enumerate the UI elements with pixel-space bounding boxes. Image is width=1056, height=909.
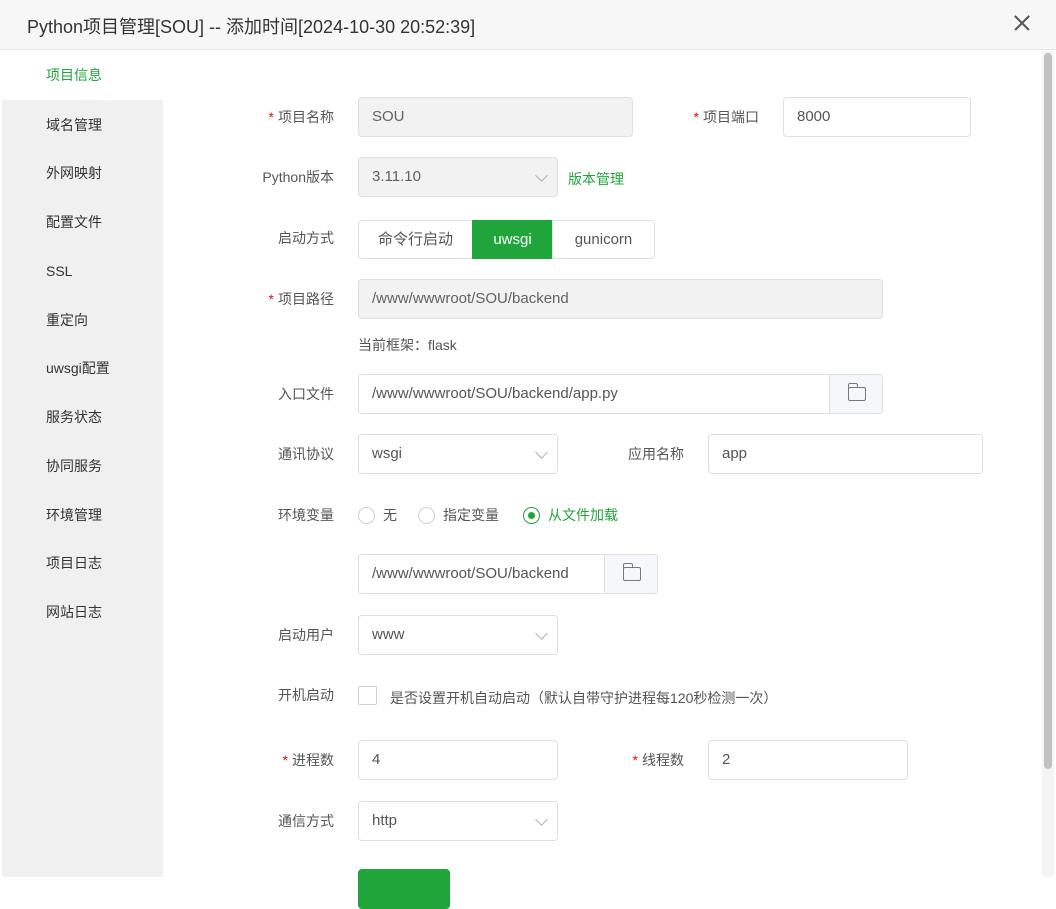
threads-input[interactable]: 2 <box>708 740 908 780</box>
chevron-down-icon <box>535 446 548 459</box>
sidebar-item-domain[interactable]: 域名管理 <box>2 101 163 150</box>
sidebar-item-service-status[interactable]: 服务状态 <box>2 393 163 442</box>
comm-mode-label: 通信方式 <box>278 813 334 829</box>
scrollbar-thumb[interactable] <box>1044 53 1052 769</box>
start-mode-uwsgi-button[interactable]: uwsgi <box>472 220 553 259</box>
folder-icon <box>847 383 866 401</box>
sidebar-item-config-file[interactable]: 配置文件 <box>2 198 163 247</box>
sidebar-item-env-manage[interactable]: 环境管理 <box>2 491 163 540</box>
python-version-select[interactable]: 3.11.10 <box>358 157 558 197</box>
dialog-titlebar: Python项目管理[SOU] -- 添加时间[2024-10-30 20:52… <box>0 0 1056 50</box>
python-project-dialog: Python项目管理[SOU] -- 添加时间[2024-10-30 20:52… <box>0 0 1056 909</box>
submit-button[interactable] <box>358 869 450 909</box>
sidebar-nav: 项目信息 域名管理 外网映射 配置文件 SSL 重定向 uwsgi配置 服务状态… <box>2 51 163 877</box>
env-from-file-label: 从文件加载 <box>548 507 618 523</box>
env-vars-label: 环境变量 <box>278 507 334 523</box>
protocol-select[interactable]: wsgi <box>358 434 558 474</box>
sidebar-item-site-log[interactable]: 网站日志 <box>2 588 163 637</box>
env-from-file-radio[interactable] <box>523 507 540 524</box>
app-name-input[interactable]: app <box>708 434 983 474</box>
env-specified-radio[interactable] <box>418 507 435 524</box>
sidebar-item-external-mapping[interactable]: 外网映射 <box>2 149 163 198</box>
env-specified-label: 指定变量 <box>443 507 499 523</box>
entry-file-browse-button[interactable] <box>829 374 883 414</box>
dialog-title: Python项目管理[SOU] -- 添加时间[2024-10-30 20:52… <box>27 17 476 37</box>
run-user-select[interactable]: www <box>358 615 558 655</box>
protocol-label: 通讯协议 <box>278 446 334 462</box>
processes-input[interactable]: 4 <box>358 740 558 780</box>
comm-mode-select[interactable]: http <box>358 801 558 841</box>
python-version-label: Python版本 <box>262 169 334 185</box>
folder-icon <box>622 563 641 581</box>
sidebar-item-project-log[interactable]: 项目日志 <box>2 539 163 588</box>
processes-label: * 进程数 <box>282 752 334 768</box>
start-mode-label: 启动方式 <box>278 230 334 246</box>
project-name-label: * 项目名称 <box>268 109 334 125</box>
project-path-label: * 项目路径 <box>268 291 334 307</box>
sidebar-item-uwsgi-config[interactable]: uwsgi配置 <box>2 344 163 393</box>
chevron-down-icon <box>535 169 548 182</box>
chevron-down-icon <box>535 813 548 826</box>
entry-file-input[interactable]: /www/wwwroot/SOU/backend/app.py <box>358 374 830 414</box>
framework-hint: 当前框架：flask <box>358 337 457 353</box>
sidebar-item-project-info[interactable]: 项目信息 <box>2 51 163 100</box>
chevron-down-icon <box>535 627 548 640</box>
python-version-value: 3.11.10 <box>372 168 421 185</box>
threads-label: * 线程数 <box>632 752 684 768</box>
env-none-label: 无 <box>383 507 397 523</box>
env-file-input[interactable]: /www/wwwroot/SOU/backend <box>358 554 605 594</box>
comm-mode-value: http <box>372 812 398 829</box>
protocol-value: wsgi <box>372 445 403 462</box>
close-icon[interactable] <box>1010 11 1034 35</box>
sidebar-item-collab-service[interactable]: 协同服务 <box>2 442 163 491</box>
project-name-input[interactable]: SOU <box>358 97 633 137</box>
autostart-checkbox[interactable] <box>358 686 377 705</box>
env-none-radio[interactable] <box>358 507 375 524</box>
env-file-browse-button[interactable] <box>604 554 658 594</box>
run-user-label: 启动用户 <box>278 627 334 643</box>
project-port-input[interactable]: 8000 <box>783 97 971 137</box>
project-port-label: * 项目端口 <box>693 109 759 125</box>
sidebar-item-ssl[interactable]: SSL <box>2 247 163 296</box>
app-name-label: 应用名称 <box>628 446 684 462</box>
start-mode-gunicorn-button[interactable]: gunicorn <box>552 220 655 259</box>
run-user-value: www <box>372 626 405 643</box>
version-manage-link[interactable]: 版本管理 <box>568 169 624 189</box>
scrollbar[interactable] <box>1042 51 1054 877</box>
start-mode-cmdline-button[interactable]: 命令行启动 <box>358 220 473 259</box>
autostart-text: 是否设置开机自动启动（默认自带守护进程每120秒检测一次） <box>390 690 778 706</box>
autostart-label: 开机启动 <box>278 687 334 703</box>
entry-file-label: 入口文件 <box>278 386 334 402</box>
sidebar-item-redirect[interactable]: 重定向 <box>2 296 163 345</box>
project-path-input[interactable]: /www/wwwroot/SOU/backend <box>358 279 883 319</box>
